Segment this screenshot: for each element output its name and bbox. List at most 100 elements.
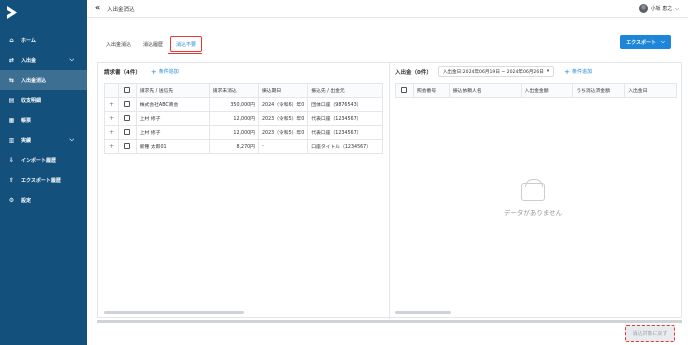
table-row[interactable]: + 上村 修子 12,000円 2023（令和5）年0 代表口座（1234567） — [104, 125, 383, 140]
export-icon: ⇧ — [8, 176, 15, 184]
chevron-down-icon: ▾ — [546, 69, 550, 74]
column-header[interactable]: 入出金金額 — [520, 83, 574, 98]
user-menu[interactable]: 小坂 恵之 ⌵ — [638, 4, 679, 13]
column-header[interactable]: 請求先 / 送信先 — [135, 83, 210, 98]
panel-area: 請求書（4件） + 条件追加 請求先 / 送信先 請求未消込 振込期日 振込先 … — [97, 62, 682, 319]
transaction-scrollbar[interactable] — [395, 311, 451, 314]
panel-divider — [389, 63, 390, 319]
avatar — [638, 4, 648, 13]
invoice-recipient: 上村 修子 — [135, 111, 210, 126]
expand-row-icon[interactable]: + — [104, 125, 119, 140]
sidebar-item[interactable]: ⇄ 入出金 ⌵ — [0, 50, 87, 70]
sidebar-item[interactable]: ▦ 帳票 — [0, 110, 87, 130]
tab-not-needed[interactable]: 消込不要 — [170, 36, 203, 52]
tab-reconcile[interactable]: 入出金消込 — [101, 36, 136, 52]
invoice-due-date: - — [257, 139, 309, 154]
transaction-add-condition-button[interactable]: + 条件追加 — [564, 68, 592, 76]
invoice-recipient: 株式会社ABC商会 — [135, 97, 210, 112]
collapse-sidebar-icon[interactable]: « — [95, 3, 100, 12]
transaction-table-header: 照会番号 振込依頼人名 入出金金額 うち消込済金額 入出金日 — [395, 83, 677, 98]
invoice-amount: 12,000円 — [208, 111, 259, 126]
tab-bar: 入出金消込 消込履歴 消込不要 — [101, 36, 204, 52]
transaction-panel-title: 入出金（0件） — [395, 69, 432, 76]
revert-to-reconcile-button[interactable]: 消込対象に戻す — [625, 325, 675, 342]
chevron-down-icon: ⌵ — [69, 136, 74, 143]
invoice-panel-title: 請求書（4件） — [104, 69, 141, 76]
sidebar-item[interactable]: ▤ 収支明細 — [0, 90, 87, 110]
page-scrollbar[interactable] — [97, 320, 682, 323]
row-checkbox-cell — [117, 97, 137, 112]
logo-icon[interactable] — [7, 6, 17, 19]
invoice-scrollbar[interactable] — [104, 311, 244, 314]
date-filter-dropdown[interactable]: 入出金日:2024年06月19日 ~ 2024年06月26日 ▾ — [437, 66, 555, 77]
table-row[interactable]: + 株式会社ABC商会 350,000円 2024（令和6）年0 団体口座（987654… — [104, 97, 383, 112]
invoice-table: 請求先 / 送信先 請求未消込 振込期日 振込先 / 出金元 + 株式会社ABC商… — [104, 83, 383, 154]
expand-column-header — [104, 83, 119, 98]
sidebar-item-label: ホーム — [21, 37, 36, 44]
invoice-table-header: 請求先 / 送信先 請求未消込 振込期日 振込先 / 出金元 — [104, 83, 383, 98]
invoice-amount: 12,000円 — [208, 125, 259, 140]
sidebar-item-label: 帳票 — [21, 117, 32, 124]
sidebar-item[interactable]: ⇧ エクスポート履歴 — [0, 170, 87, 190]
transaction-add-condition-label: 条件追加 — [572, 69, 593, 75]
invoice-bank: 代表口座（1234567） — [307, 111, 383, 126]
select-all-checkbox-cell — [395, 83, 414, 98]
page-title: 入出金消込 — [107, 7, 135, 13]
transfer-icon: ⇄ — [8, 56, 15, 64]
export-button[interactable]: エクスポート ⌵ — [620, 35, 671, 49]
plus-icon: + — [564, 67, 571, 76]
invoice-due-date: 2023（令和5）年0 — [257, 111, 309, 126]
top-header: « 入出金消込 小坂 恵之 ⌵ — [87, 0, 688, 18]
column-header[interactable]: 振込期日 — [257, 83, 309, 98]
transaction-panel-header: 入出金（0件） 入出金日:2024年06月19日 ~ 2024年06月26日 ▾… — [395, 63, 592, 80]
invoice-bank: 代表口座（1234567） — [307, 125, 383, 140]
row-checkbox-cell — [117, 139, 137, 154]
home-icon: ⌂ — [9, 36, 14, 44]
sidebar-item[interactable]: ⚙ 設定 — [0, 190, 87, 210]
invoice-amount: 8,270円 — [208, 139, 259, 154]
sidebar-item[interactable]: ⌂ ホーム — [0, 30, 87, 50]
date-filter-label: 入出金日:2024年06月19日 ~ 2024年06月26日 — [442, 69, 544, 75]
sidebar-item[interactable]: ⇆ 入出金消込 — [0, 70, 87, 90]
invoice-recipient: 上村 修子 — [135, 125, 210, 140]
select-all-checkbox[interactable] — [124, 87, 131, 94]
import-icon: ⇩ — [8, 156, 15, 164]
invoice-bank: 口座タイトル（1234567） — [307, 139, 383, 154]
tab-history[interactable]: 消込履歴 — [138, 36, 168, 52]
invoice-add-condition-label: 条件追加 — [158, 69, 179, 75]
expand-row-icon[interactable]: + — [104, 111, 119, 126]
row-checkbox[interactable] — [124, 101, 131, 108]
row-checkbox[interactable] — [124, 115, 131, 122]
sidebar-item[interactable]: ▥ 実績 ⌵ — [0, 130, 87, 150]
select-all-checkbox[interactable] — [401, 87, 408, 94]
column-header[interactable]: 入出金日 — [624, 83, 677, 98]
select-all-checkbox-cell — [117, 83, 137, 98]
table-row[interactable]: + 上村 修子 12,000円 2023（令和5）年0 代表口座（1234567） — [104, 111, 383, 126]
sidebar-item-label: 収支明細 — [21, 97, 42, 104]
invoice-add-condition-button[interactable]: + 条件追加 — [151, 68, 179, 76]
column-header[interactable]: 振込先 / 出金元 — [307, 83, 383, 98]
column-header[interactable]: 請求未消込 — [208, 83, 259, 98]
report-icon: ▦ — [8, 116, 15, 124]
table-row[interactable]: + 新種 太郎01 8,270円 - 口座タイトル（1234567） — [104, 139, 383, 154]
sidebar-nav: ⌂ ホーム ⇄ 入出金 ⌵ ⇆ 入出金消込 ▤ 収支明細 ▦ 帳票 ▥ 実績 ⌵ ⇩ インポート履歴 ⇧ エクスポ… — [0, 30, 87, 210]
invoice-panel-header: 請求書（4件） + 条件追加 — [104, 63, 179, 80]
column-header[interactable]: 振込依頼人名 — [448, 83, 522, 98]
chevron-down-icon: ⌵ — [661, 39, 665, 45]
export-button-label: エクスポート — [626, 39, 657, 46]
sidebar-item-label: 実績 — [21, 137, 32, 144]
document-icon: ▤ — [8, 96, 15, 104]
expand-row-icon[interactable]: + — [104, 139, 119, 154]
row-checkbox-cell — [117, 111, 137, 126]
sidebar-item-label: 入出金 — [21, 57, 37, 64]
user-name: 小坂 恵之 — [650, 6, 673, 12]
chevron-down-icon: ⌵ — [675, 5, 679, 12]
sidebar-item[interactable]: ⇩ インポート履歴 — [0, 150, 87, 170]
expand-row-icon[interactable]: + — [104, 97, 119, 112]
row-checkbox[interactable] — [124, 129, 131, 136]
column-header[interactable]: 照会番号 — [412, 83, 450, 98]
row-checkbox[interactable] — [124, 143, 131, 150]
sidebar-item-label: 入出金消込 — [21, 77, 47, 84]
column-header[interactable]: うち消込済金額 — [572, 83, 626, 98]
chevron-down-icon: ⌵ — [69, 56, 74, 63]
